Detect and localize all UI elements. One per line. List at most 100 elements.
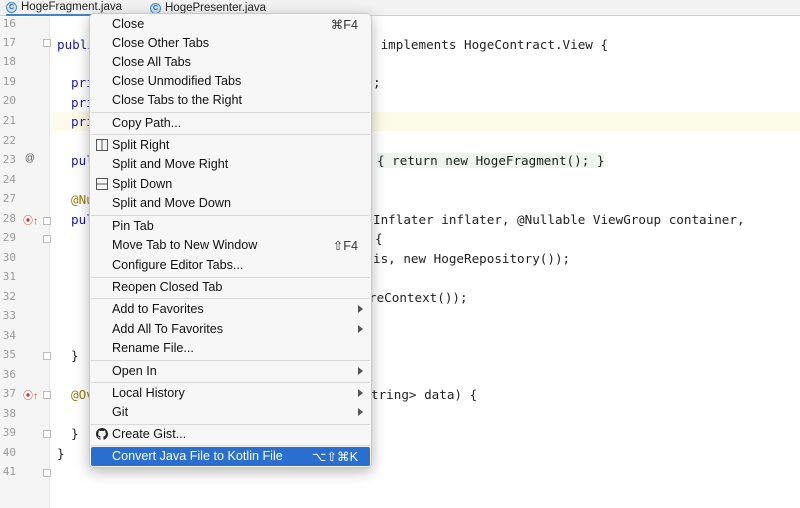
menu-item-create-gist[interactable]: Create Gist... bbox=[91, 425, 370, 444]
menu-item-split-right[interactable]: Split Right bbox=[91, 136, 370, 155]
menu-item-label: Close Tabs to the Right bbox=[112, 93, 242, 107]
line-number: 41 bbox=[2, 465, 16, 478]
menu-item-label: Move Tab to New Window bbox=[112, 238, 258, 252]
menu-separator bbox=[91, 382, 370, 383]
fold-toggle-icon[interactable] bbox=[43, 217, 51, 225]
menu-separator bbox=[91, 298, 370, 299]
line-number: 30 bbox=[2, 251, 16, 264]
menu-item-label: Create Gist... bbox=[112, 427, 187, 441]
menu-item-reopen-closed-tab[interactable]: Reopen Closed Tab bbox=[91, 278, 370, 297]
fold-toggle-icon[interactable] bbox=[43, 235, 51, 243]
menu-item-configure-editor-tabs[interactable]: Configure Editor Tabs... bbox=[91, 256, 370, 275]
menu-item-label: Configure Editor Tabs... bbox=[112, 258, 244, 272]
menu-item-label: Add to Favorites bbox=[112, 302, 204, 316]
submenu-arrow-icon bbox=[358, 305, 363, 313]
submenu-arrow-icon bbox=[358, 367, 363, 375]
menu-item-close-other-tabs[interactable]: Close Other Tabs bbox=[91, 34, 370, 53]
menu-item-add-all-to-favorites[interactable]: Add All To Favorites bbox=[91, 320, 370, 339]
submenu-arrow-icon bbox=[358, 389, 363, 397]
code-line: tring> data) { bbox=[371, 387, 478, 402]
menu-item-label: Split and Move Right bbox=[112, 157, 229, 171]
code-line: is, new HogeRepository()); bbox=[373, 251, 571, 266]
menu-item-move-tab-new-window[interactable]: Move Tab to New Window ⇧F4 bbox=[91, 236, 370, 255]
java-class-icon: C bbox=[6, 1, 17, 13]
editor-gutter: 16 17 18 19 20 21 22 23 24 27 28 29 30 3… bbox=[0, 17, 51, 508]
line-number: 29 bbox=[2, 231, 16, 244]
line-number: 23 bbox=[2, 153, 16, 166]
line-number: 28 bbox=[2, 212, 16, 225]
github-icon bbox=[96, 428, 108, 440]
menu-item-label: Open In bbox=[112, 364, 157, 378]
implement-marker-icon[interactable]: ⦿↑ bbox=[23, 387, 38, 402]
menu-separator bbox=[91, 215, 370, 216]
menu-item-label: Close Unmodified Tabs bbox=[112, 74, 242, 88]
fold-toggle-icon[interactable] bbox=[43, 391, 51, 399]
line-number: 18 bbox=[2, 55, 16, 68]
menu-item-label: Split Down bbox=[112, 177, 173, 191]
menu-item-convert-java-to-kotlin[interactable]: Convert Java File to Kotlin File ⌥⇧⌘K bbox=[91, 447, 370, 466]
menu-item-close-tabs-right[interactable]: Close Tabs to the Right bbox=[91, 91, 370, 110]
menu-separator bbox=[91, 360, 370, 361]
fold-toggle-icon[interactable] bbox=[43, 469, 51, 477]
menu-separator bbox=[91, 134, 370, 135]
menu-item-split-down[interactable]: Split Down bbox=[91, 175, 370, 194]
submenu-arrow-icon bbox=[358, 408, 363, 416]
java-class-icon: C bbox=[150, 2, 161, 14]
menu-item-label: Convert Java File to Kotlin File bbox=[112, 449, 283, 463]
line-number: 20 bbox=[2, 94, 16, 107]
line-number: 34 bbox=[2, 329, 16, 342]
tab-label: HogeFragment.java bbox=[21, 1, 122, 13]
line-number: 38 bbox=[2, 407, 16, 420]
menu-item-label: Copy Path... bbox=[112, 116, 182, 130]
split-down-icon bbox=[96, 178, 108, 190]
menu-item-rename-file[interactable]: Rename File... bbox=[91, 339, 370, 358]
menu-item-shortcut: ⇧F4 bbox=[332, 239, 358, 253]
menu-item-add-to-favorites[interactable]: Add to Favorites bbox=[91, 300, 370, 319]
split-right-icon bbox=[96, 139, 108, 151]
menu-item-label: Reopen Closed Tab bbox=[112, 280, 223, 294]
menu-item-split-move-down[interactable]: Split and Move Down bbox=[91, 194, 370, 213]
menu-item-close-all-tabs[interactable]: Close All Tabs bbox=[91, 53, 370, 72]
menu-item-pin-tab[interactable]: Pin Tab bbox=[91, 217, 370, 236]
code-line: } bbox=[57, 446, 65, 461]
code-line: } bbox=[71, 348, 79, 363]
menu-item-close-unmodified-tabs[interactable]: Close Unmodified Tabs bbox=[91, 72, 370, 91]
menu-separator bbox=[91, 112, 370, 113]
line-number: 33 bbox=[2, 309, 16, 322]
fold-toggle-icon[interactable] bbox=[43, 352, 51, 360]
line-number: 37 bbox=[2, 387, 16, 400]
line-number: 21 bbox=[2, 114, 16, 127]
menu-item-open-in[interactable]: Open In bbox=[91, 362, 370, 381]
menu-item-split-move-right[interactable]: Split and Move Right bbox=[91, 155, 370, 174]
code-line: implements HogeContract.View { bbox=[373, 37, 609, 52]
line-number: 22 bbox=[2, 134, 16, 147]
menu-item-label: Git bbox=[112, 405, 129, 419]
menu-item-close[interactable]: Close ⌘F4 bbox=[91, 15, 370, 34]
line-number: 36 bbox=[2, 368, 16, 381]
code-line: { bbox=[375, 231, 383, 246]
menu-item-label: Close All Tabs bbox=[112, 55, 191, 69]
code-line: ; bbox=[373, 75, 381, 90]
line-number: 39 bbox=[2, 426, 16, 439]
menu-item-label: Close bbox=[112, 17, 145, 31]
line-number: 16 bbox=[2, 17, 16, 30]
fold-toggle-icon[interactable] bbox=[43, 430, 51, 438]
menu-item-label: Pin Tab bbox=[112, 219, 154, 233]
code-line: Inflater inflater, @Nullable ViewGroup c… bbox=[373, 212, 745, 227]
line-number: 24 bbox=[2, 173, 16, 186]
line-number: 32 bbox=[2, 290, 16, 303]
code-line: reContext()); bbox=[369, 290, 468, 305]
menu-item-copy-path[interactable]: Copy Path... bbox=[91, 114, 370, 133]
line-number: 17 bbox=[2, 36, 16, 49]
menu-item-shortcut: ⌥⇧⌘K bbox=[311, 450, 358, 464]
override-marker-icon[interactable]: @ bbox=[23, 153, 37, 164]
line-number: 35 bbox=[2, 348, 16, 361]
line-number: 31 bbox=[2, 270, 16, 283]
menu-item-git[interactable]: Git bbox=[91, 403, 370, 422]
menu-item-shortcut: ⌘F4 bbox=[330, 18, 358, 32]
line-number: 27 bbox=[2, 192, 16, 205]
menu-item-local-history[interactable]: Local History bbox=[91, 384, 370, 403]
fold-toggle-icon[interactable] bbox=[43, 39, 51, 47]
implement-marker-icon[interactable]: ⦿↑ bbox=[23, 212, 38, 227]
submenu-arrow-icon bbox=[358, 325, 363, 333]
